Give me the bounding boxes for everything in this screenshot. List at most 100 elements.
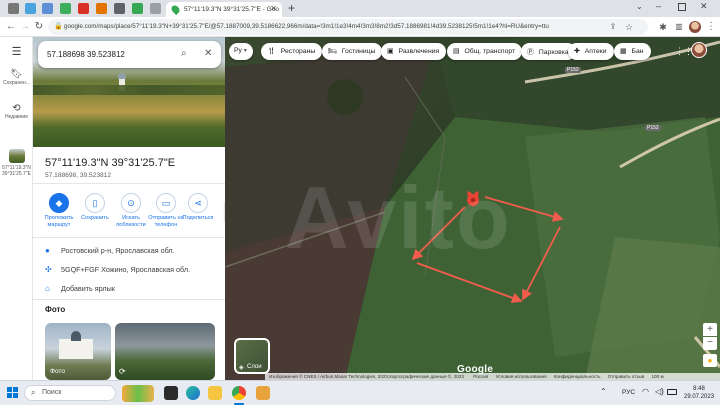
file-explorer-icon[interactable] [208,386,222,400]
minimize-icon[interactable]: – [656,1,661,11]
edge-icon[interactable] [186,386,200,400]
footer-link[interactable]: Условия использования [496,374,547,379]
save-label: Сохранить [81,215,109,221]
system-tray-chevron-icon[interactable]: ⌃ [600,387,607,396]
filter-chip-label: Рестораны [280,48,316,55]
filter-chip-label: Гостиницы [341,48,376,55]
maps-pin-icon [169,3,182,16]
photo-thumbnail[interactable]: ⟳ [115,323,215,380]
language-button[interactable]: Ру ▾ [229,43,253,60]
photo-thumbnail[interactable]: Фото [45,323,111,380]
recent-button[interactable]: ⟲ Недавние [0,103,33,120]
tab-favicon[interactable] [60,3,71,14]
hamburger-menu-icon[interactable]: ☰ [0,45,33,58]
region-text: Ростовский р-н, Ярославская обл. [61,246,175,255]
filter-chip-banks[interactable]: ▦ Бан [614,43,651,60]
tab-favicon[interactable] [150,3,161,14]
back-icon[interactable]: ← [4,20,18,34]
new-tab-button[interactable]: + [288,1,295,15]
lock-icon: 🔒 [54,23,63,30]
tab-favicon[interactable] [42,3,53,14]
saved-button[interactable]: 🔖︎ Сохранен... [0,69,33,86]
attribution-bar: Изображения © CNES / Airbus,Maxar Techno… [265,373,720,380]
filter-chip-pharmacy[interactable]: ✚ Аптеки [568,43,614,60]
tab-favicon[interactable] [25,3,36,14]
task-view-icon[interactable] [164,386,178,400]
taskbar-search[interactable]: ⌕ Поиск [24,385,116,401]
directions-button[interactable]: ◆ Проложить маршрут [41,193,77,229]
tab-favicon[interactable] [114,3,125,14]
windows-start-icon[interactable] [7,387,19,399]
footer-link[interactable]: Конфиденциальность [554,374,601,379]
menu-dots-icon[interactable]: ⋮ [704,20,718,34]
place-panel: 57.188698 39.523812 ⌕ ✕ 57°11'19.3"N 39°… [33,37,225,380]
search-icon[interactable]: ⌕ [181,48,187,59]
entertainment-icon: ▣ [387,48,394,55]
reload-icon[interactable]: ↻ [32,20,46,34]
search-nearby-button[interactable]: ⊙ Искать поблизости [113,193,149,229]
filter-chip-label: Бан [631,48,644,55]
tab-favicon[interactable] [132,3,143,14]
footer-link[interactable]: Отправить отзыв [608,374,644,379]
language-label: Ру [234,47,242,54]
filter-chip-hotels[interactable]: 🛏︎ Гостиницы [322,43,383,60]
add-label-text: Добавить ярлык [61,284,115,293]
footer-link[interactable]: Россия [473,374,488,379]
tab-favicon[interactable] [78,3,89,14]
church-dome [118,73,126,79]
extensions-icon[interactable]: ✱ [656,20,670,34]
save-button[interactable]: ▯ Сохранить [77,193,113,222]
recent-place-button[interactable]: 57°11'19.3"N 39°31'25.7"E [0,149,33,177]
wifi-icon[interactable]: ◠ [642,387,649,396]
account-avatar[interactable] [691,42,707,58]
tab-close-icon[interactable]: ✕ [270,4,277,13]
hotel-icon: 🛏︎ [328,48,337,55]
app-icon[interactable] [256,386,270,400]
scale-label[interactable]: 100 м [652,374,664,379]
widgets-icon[interactable] [122,385,154,402]
layers-button[interactable]: ◈ Слои [234,338,270,374]
volume-icon[interactable]: ◁) [655,387,664,396]
send-to-phone-button[interactable]: ▭ Отправить на телефон [148,193,184,229]
share-button[interactable]: ⋖ Поделиться [180,193,216,222]
filter-chip-transit[interactable]: ▤ Общ. транспорт [447,43,523,60]
pegman-icon[interactable]: ● [703,354,717,367]
search-box[interactable]: 57.188698 39.523812 ⌕ ✕ [38,41,221,68]
address-bar[interactable]: 🔒 google.com/maps/place/57°11'19.3"N+39°… [48,19,648,35]
place-title: 57°11'19.3"N 39°31'25.7"E [45,157,176,169]
chevron-down-icon[interactable]: ⌄ [636,2,643,11]
plus-code-row[interactable]: ✣ 5GQF+FGF Хожино, Ярославская обл. [45,265,190,274]
share-page-icon[interactable]: ⇪ [606,20,620,34]
close-window-icon[interactable]: ✕ [700,1,708,12]
satellite-map[interactable]: Avito Р152 Р152 Ру ▾ 🍴︎ Рестораны 🛏︎ Гос… [225,37,720,380]
directions-icon: ◆ [49,193,69,213]
chrome-icon[interactable] [232,386,246,400]
sidebar-icon[interactable]: ▥ [672,20,686,34]
layers-icon: ◈ [239,365,244,371]
street-view-icon: ⟳ [119,367,126,376]
browser-toolbar: ← → ↻ 🔒 google.com/maps/place/57°11'19.3… [0,17,720,37]
region-row[interactable]: ● Ростовский р-н, Ярославская обл. [45,246,175,255]
saved-label: Сохранен... [3,80,30,86]
divider [33,237,225,238]
search-input[interactable]: 57.188698 39.523812 [47,50,125,59]
clock[interactable]: 8:48 29.07.2023 [684,385,714,401]
maximize-icon[interactable] [678,3,686,11]
tab-favicon[interactable] [8,3,19,14]
star-icon[interactable]: ☆ [622,20,636,34]
battery-icon[interactable] [667,389,677,395]
zoom-out-button[interactable]: − [703,337,717,350]
zoom-in-button[interactable]: + [703,323,717,336]
filter-chip-restaurants[interactable]: 🍴︎ Рестораны [261,43,323,60]
profile-avatar[interactable] [689,21,701,33]
forward-icon[interactable]: → [18,20,32,34]
label-icon: ⌂ [45,284,50,293]
close-icon[interactable]: ✕ [204,48,212,59]
language-indicator[interactable]: РУС [622,389,635,396]
location-pin-icon: ● [45,246,50,255]
add-label-row[interactable]: ⌂ Добавить ярлык [45,284,115,293]
tab-favicon[interactable] [96,3,107,14]
tab-active[interactable]: 57°11'19.3"N 39°31'25.7"E - Goo ✕ [166,2,282,17]
phone-icon: ▭ [156,193,176,213]
filter-chip-entertainment[interactable]: ▣ Развлечения [381,43,447,60]
